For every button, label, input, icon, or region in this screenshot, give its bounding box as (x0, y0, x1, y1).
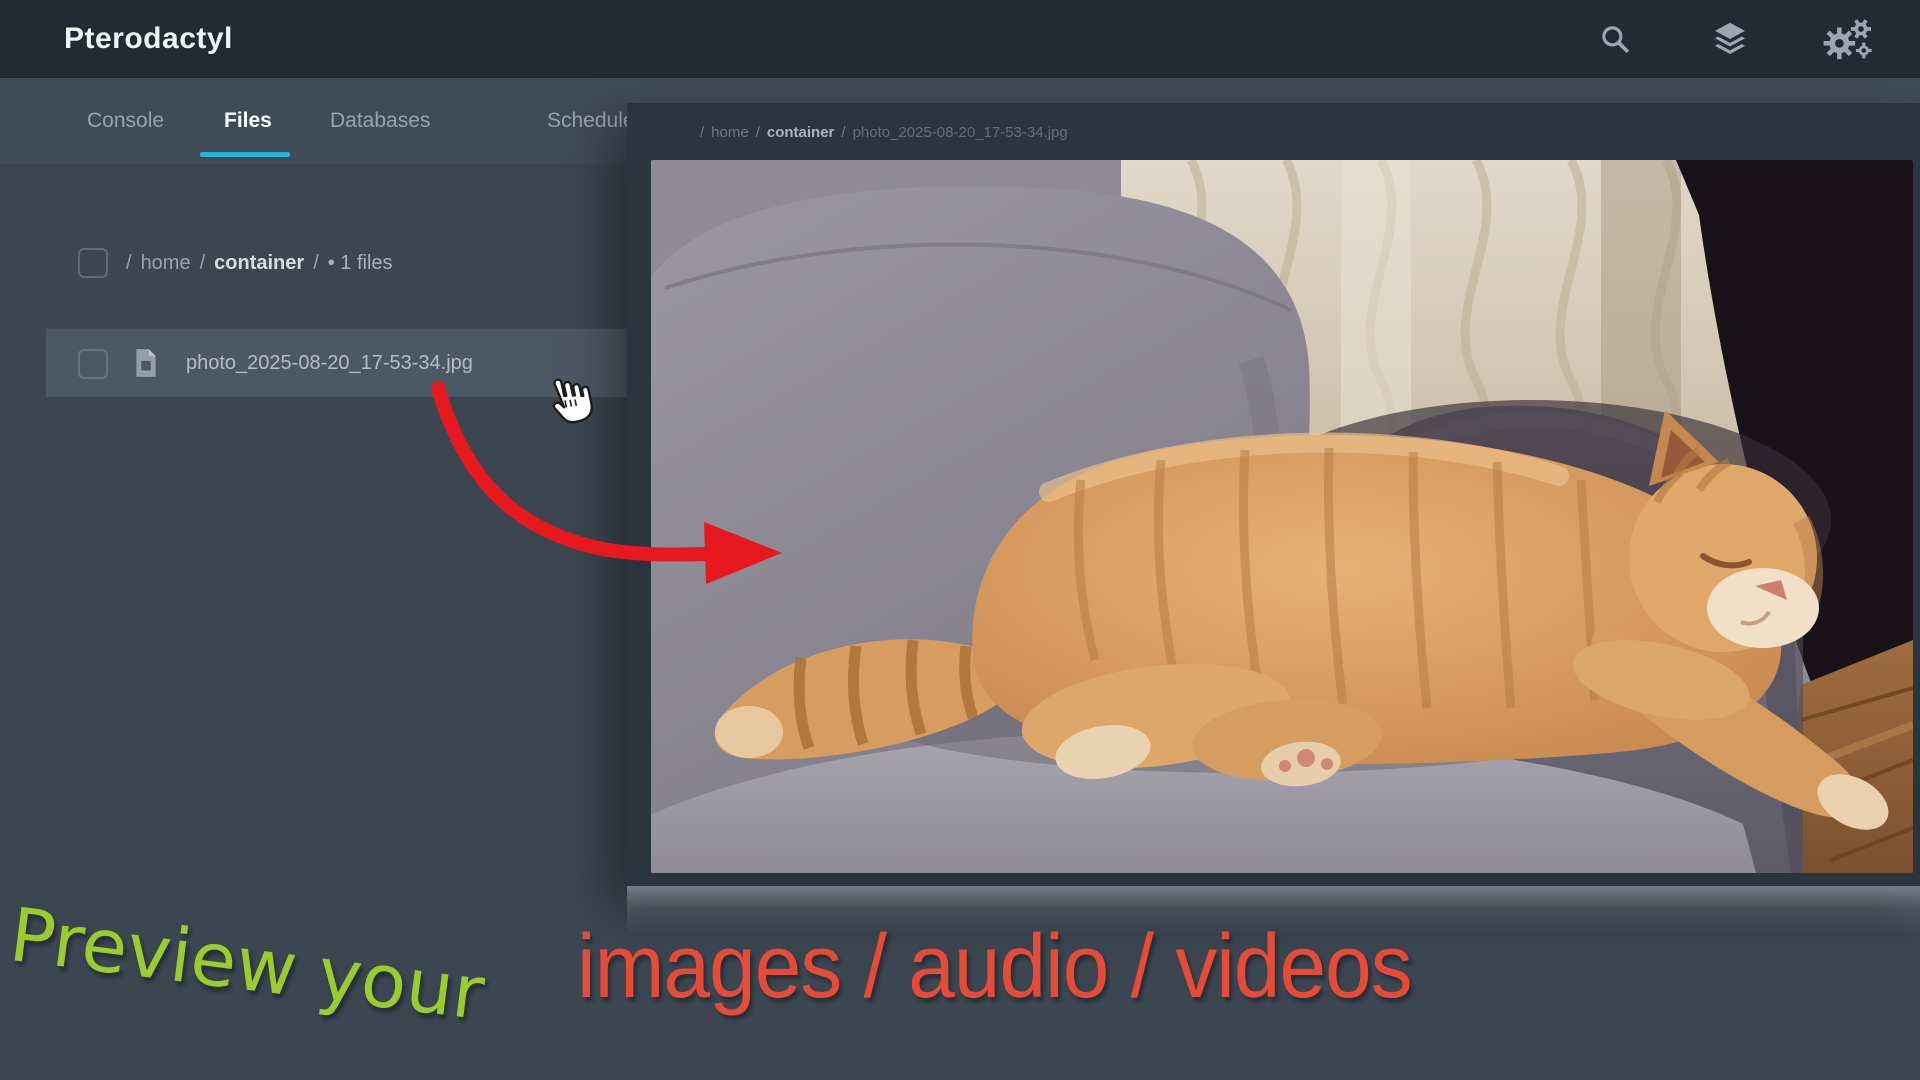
file-row-photo[interactable]: photo_2025-08-20_17-53-34.jpg (46, 328, 702, 398)
breadcrumb-sep: / (200, 252, 206, 274)
app-title: Pterodactyl (64, 0, 233, 78)
active-tab-underline (200, 152, 290, 157)
breadcrumb-sep: / (313, 252, 319, 274)
preview-breadcrumb-home[interactable]: home (711, 124, 749, 141)
preview-breadcrumb: / home / container / photo_2025-08-20_17-53-3… (700, 124, 1075, 141)
select-all-checkbox[interactable] (78, 248, 108, 278)
preview-breadcrumb-sep: / (756, 124, 760, 141)
layers-icon[interactable] (1708, 0, 1752, 78)
tab-console[interactable]: Console (87, 78, 164, 164)
preview-breadcrumb-sep: / (841, 124, 845, 141)
caption-preview-your: Previewyour (5, 892, 488, 1037)
file-count: • 1 files (328, 252, 393, 274)
breadcrumb: / home / container / • 1 files (126, 250, 402, 276)
image-preview-modal: / home / container / photo_2025-08-20_17-53-3… (627, 103, 1920, 890)
search-icon[interactable] (1598, 0, 1632, 78)
breadcrumb-sep: / (126, 252, 132, 274)
pterodactyl-panel: Pterodactyl (0, 0, 1920, 1080)
tab-databases[interactable]: Databases (330, 78, 430, 164)
preview-breadcrumb-container[interactable]: container (767, 124, 835, 141)
breadcrumb-home[interactable]: home (141, 252, 191, 274)
gears-icon[interactable] (1822, 0, 1874, 78)
cat-photo-illustration (651, 160, 1913, 873)
caption-media-types: images / audio / videos (577, 916, 1412, 1019)
preview-breadcrumb-file: photo_2025-08-20_17-53-34.jpg (853, 124, 1068, 141)
file-name: photo_2025-08-20_17-53-34.jpg (186, 329, 473, 397)
file-checkbox[interactable] (78, 349, 108, 379)
topbar: Pterodactyl (0, 0, 1920, 78)
image-file-icon (134, 347, 158, 379)
preview-image (651, 160, 1913, 873)
preview-breadcrumb-sep: / (700, 124, 704, 141)
breadcrumb-container[interactable]: container (214, 252, 304, 274)
